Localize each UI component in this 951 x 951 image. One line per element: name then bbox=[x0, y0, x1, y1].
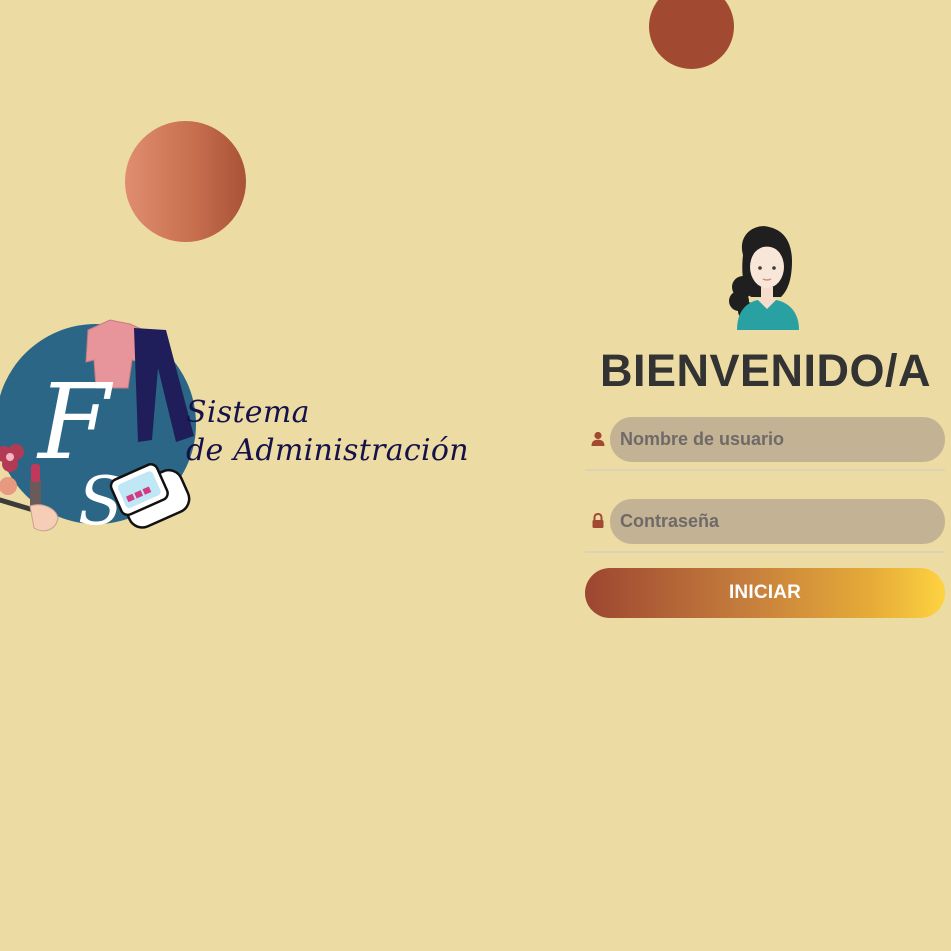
logo-title-line2: de Administración bbox=[186, 433, 469, 468]
lipstick-icon bbox=[30, 464, 41, 506]
logo-title-line1: Sistema bbox=[186, 395, 310, 430]
password-field: Contraseña bbox=[585, 499, 945, 553]
username-field: Nombre de usuario bbox=[585, 417, 945, 471]
password-input[interactable]: Contraseña bbox=[610, 499, 945, 544]
username-input[interactable]: Nombre de usuario bbox=[610, 417, 945, 462]
login-page: F S Sistema de Administración BIENVENIDO… bbox=[0, 0, 951, 951]
welcome-title: BIENVENIDO/A bbox=[599, 345, 932, 396]
logo-illustration: F S bbox=[0, 319, 196, 538]
decorative-circle-left bbox=[125, 121, 246, 242]
brand-logo: F S Sistema de Administración bbox=[0, 318, 469, 538]
user-icon bbox=[591, 431, 605, 446]
decorative-circle-top bbox=[649, 0, 734, 69]
lock-icon bbox=[592, 513, 604, 528]
logo-text: Sistema de Administración bbox=[186, 394, 469, 470]
login-button[interactable]: INICIAR bbox=[585, 568, 945, 618]
woman-avatar-icon bbox=[729, 226, 799, 330]
